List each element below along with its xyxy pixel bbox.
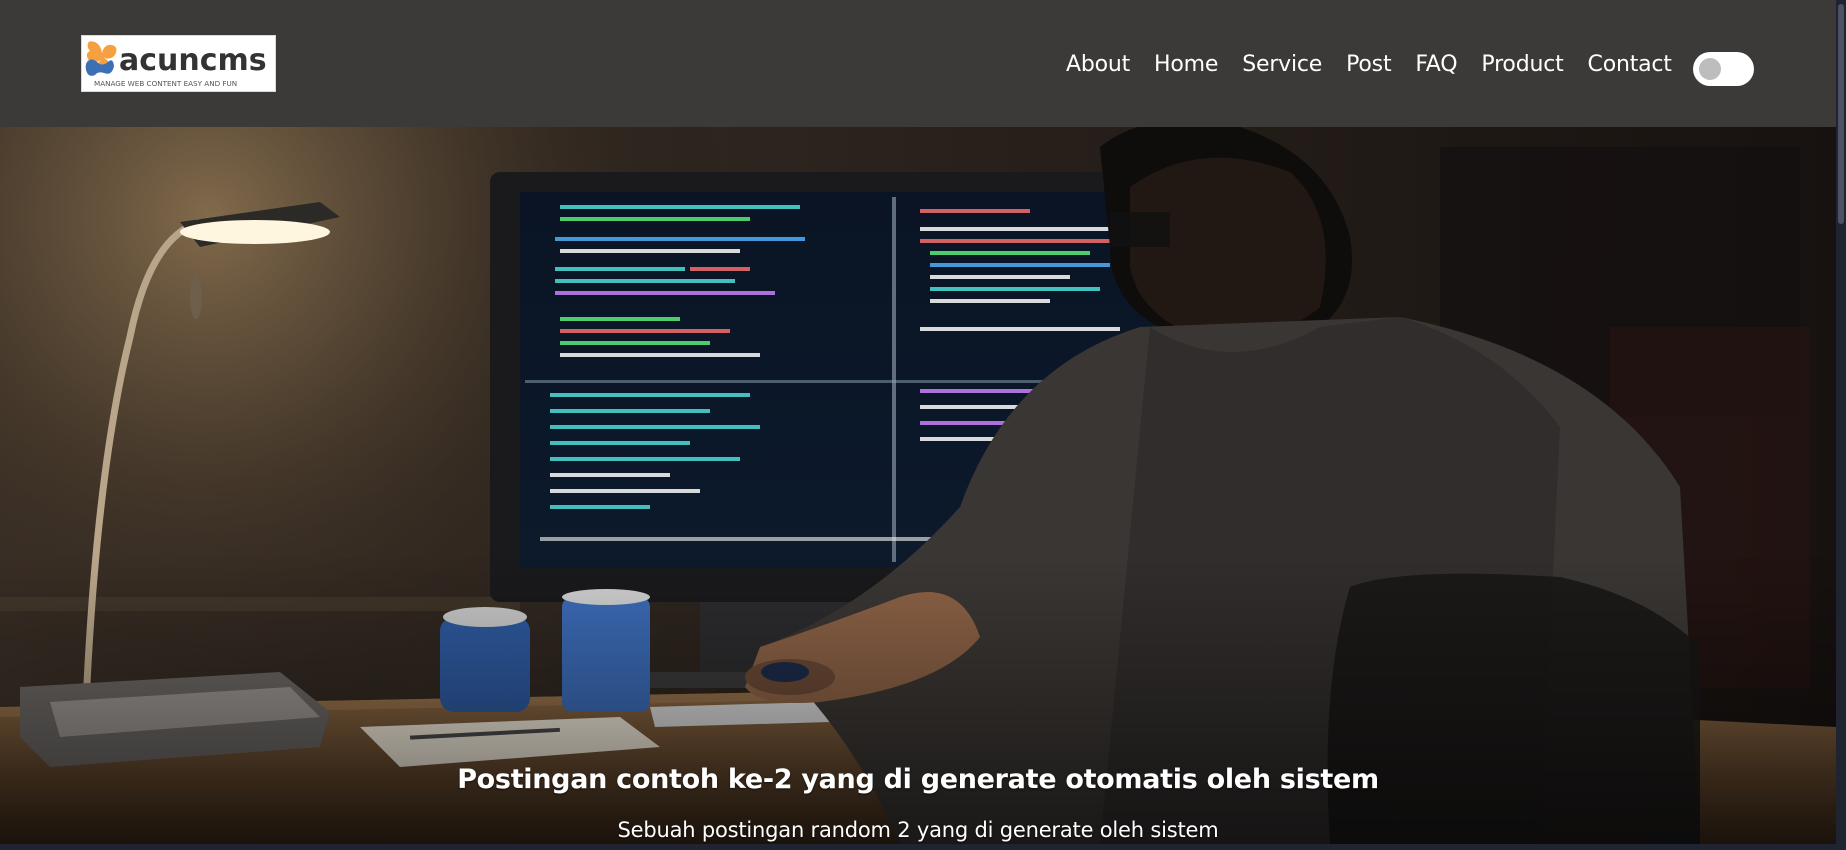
nav-item-about[interactable]: About [1066, 46, 1130, 84]
brand-name: acuncms [119, 43, 267, 78]
brand-tagline: MANAGE WEB CONTENT EASY AND FUN [94, 79, 237, 88]
page: acuncms MANAGE WEB CONTENT EASY AND FUN … [0, 0, 1836, 844]
scrollbar-thumb[interactable] [1838, 4, 1844, 224]
main-nav: About Home Service Post FAQ Product Cont… [1066, 46, 1672, 84]
site-logo[interactable]: acuncms MANAGE WEB CONTENT EASY AND FUN [81, 35, 276, 92]
page-scrollbar[interactable] [1836, 0, 1846, 850]
toggle-knob [1699, 58, 1721, 80]
butterfly-logo-icon: acuncms MANAGE WEB CONTENT EASY AND FUN [85, 41, 267, 88]
hero-image [0, 127, 1836, 844]
nav-item-product[interactable]: Product [1481, 46, 1563, 84]
window-bottom-edge [0, 844, 1836, 850]
hero-subtitle: Sebuah postingan random 2 yang di genera… [617, 818, 1219, 842]
nav-item-home[interactable]: Home [1154, 46, 1218, 84]
navbar: acuncms MANAGE WEB CONTENT EASY AND FUN … [0, 0, 1836, 127]
theme-toggle[interactable] [1693, 52, 1754, 86]
hero-title: Postingan contoh ke-2 yang di generate o… [457, 764, 1379, 795]
nav-item-post[interactable]: Post [1346, 46, 1391, 84]
nav-item-contact[interactable]: Contact [1588, 46, 1672, 84]
nav-item-service[interactable]: Service [1242, 46, 1322, 84]
hero-carousel: Postingan contoh ke-2 yang di generate o… [0, 127, 1836, 844]
nav-item-faq[interactable]: FAQ [1415, 46, 1457, 84]
